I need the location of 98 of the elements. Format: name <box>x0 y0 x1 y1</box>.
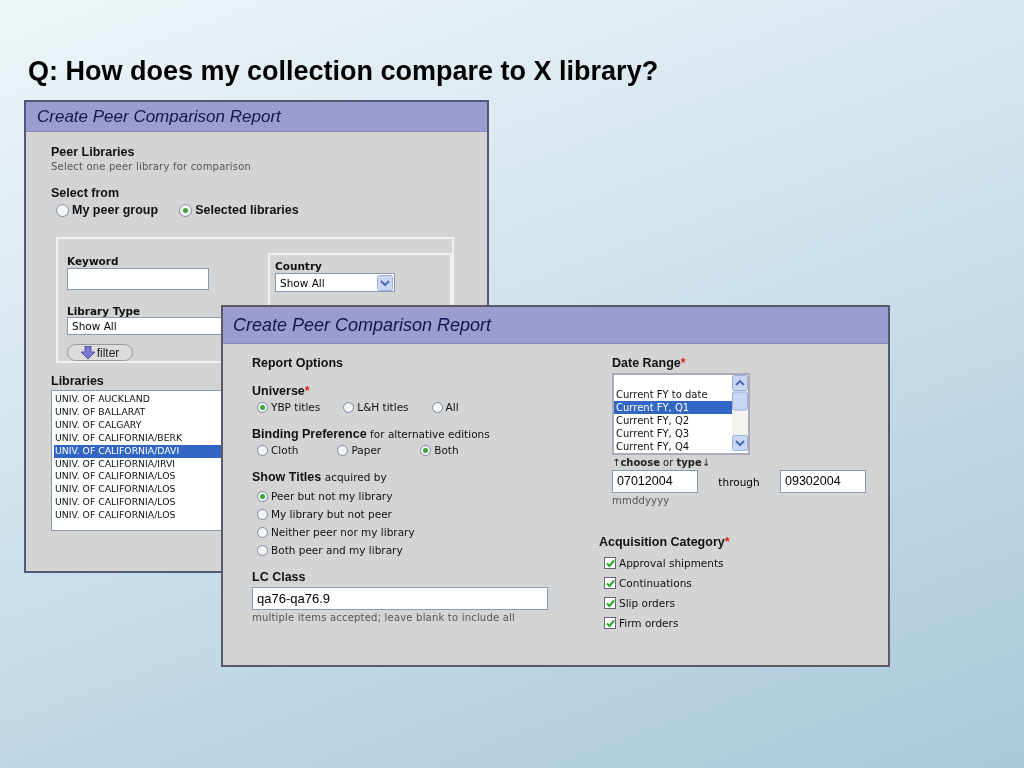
radio-button[interactable] <box>431 401 443 413</box>
radio-button[interactable] <box>179 203 193 217</box>
radio-button[interactable] <box>257 490 268 502</box>
radio-label: L&H titles <box>357 401 409 413</box>
radio-button[interactable] <box>257 444 268 456</box>
checkbox[interactable] <box>604 617 616 629</box>
radio-button[interactable] <box>343 401 355 413</box>
radio-label: YBP titles <box>271 401 321 413</box>
field-label: Select from <box>51 186 121 200</box>
section-heading: Peer Libraries <box>51 145 136 159</box>
choose-or-type-hint: ↑choose or type↓ <box>612 457 712 468</box>
window-title: Create Peer Comparison Report <box>233 314 492 336</box>
field-note: acquired by <box>324 471 387 483</box>
checkbox[interactable] <box>604 577 616 589</box>
field-label: Binding Preference <box>252 427 367 441</box>
radio-option[interactable]: Both <box>420 444 459 456</box>
list-item[interactable]: UNIV. OF CALIFORNIA/BERK <box>54 431 221 445</box>
radio-option[interactable]: YBP titles <box>257 401 321 413</box>
field-label: Show Titles <box>252 470 322 484</box>
radio-option[interactable]: All <box>431 401 459 413</box>
section-heading: Report Options <box>252 356 344 370</box>
radio-option[interactable]: Both peer and my library <box>257 544 583 556</box>
required-mark: * <box>680 356 686 370</box>
filter-button[interactable]: filter <box>67 344 133 361</box>
checkbox[interactable] <box>604 557 616 569</box>
end-date-field[interactable]: 09302004 <box>780 470 866 493</box>
list-item[interactable]: Current FY, Q4 <box>614 440 732 453</box>
radio-label: Paper <box>351 444 382 456</box>
radio-label: Neither peer nor my library <box>271 526 415 538</box>
radio-button[interactable] <box>56 203 69 217</box>
radio-label: My peer group <box>72 203 159 217</box>
down-arrow-icon <box>80 346 95 360</box>
field-label: Country <box>275 260 323 272</box>
keyword-field[interactable] <box>67 268 209 290</box>
list-item[interactable]: UNIV. OF CALIFORNIA/DAVI <box>54 444 221 458</box>
list-item[interactable]: UNIV. OF AUCKLAND <box>54 393 221 406</box>
list-item[interactable]: UNIV. OF CALIFORNIA/IRVI <box>54 457 221 471</box>
list-item[interactable]: UNIV. OF CALIFORNIA/LOS <box>54 509 221 523</box>
list-item[interactable]: Current FY, Q3 <box>614 427 732 440</box>
window-title: Create Peer Comparison Report <box>37 106 281 127</box>
radio-button[interactable] <box>257 401 268 413</box>
list-item[interactable]: Current FY to date <box>614 388 732 401</box>
radio-button[interactable] <box>420 444 432 456</box>
radio-label: My library but not peer <box>271 508 392 520</box>
list-item[interactable]: UNIV. OF BALLARAT <box>54 405 221 419</box>
radio-option[interactable]: L&H titles <box>343 401 409 413</box>
radio-label: Cloth <box>271 444 299 456</box>
list-item[interactable]: UNIV. OF CALIFORNIA/LOS <box>54 470 221 484</box>
checkbox-option[interactable]: Slip orders <box>604 597 866 609</box>
required-mark: * <box>304 384 310 398</box>
field-label: Libraries <box>51 374 105 388</box>
checkbox[interactable] <box>604 597 616 609</box>
radio-option[interactable]: My peer group <box>56 203 159 217</box>
list-item[interactable]: Current FY, Q1 <box>614 401 732 414</box>
hint-text: multiple items accepted; leave blank to include all <box>252 612 516 623</box>
date-format-hint: mmddyyyy <box>612 495 671 506</box>
list-item[interactable]: UNIV. OF CALGARY <box>54 418 221 432</box>
radio-button[interactable] <box>257 526 268 538</box>
list-item[interactable]: UNIV. OF CALIFORNIA/LOS <box>54 483 221 497</box>
checkbox-option[interactable]: Continuations <box>604 577 866 589</box>
start-date-field[interactable]: 07012004 <box>612 470 698 493</box>
required-mark: * <box>724 535 730 549</box>
radio-label: Both <box>434 444 459 456</box>
checkbox-option[interactable]: Approval shipments <box>604 557 866 569</box>
list-item[interactable]: Current FY, Q2 <box>614 414 732 427</box>
radio-button[interactable] <box>257 544 268 556</box>
scrollbar[interactable] <box>732 375 748 451</box>
checkbox-label: Approval shipments <box>619 557 724 569</box>
field-label: Acquisition Category <box>599 535 725 549</box>
checkbox-label: Firm orders <box>619 617 679 629</box>
field-label: Keyword <box>67 255 120 267</box>
radio-label: Peer but not my library <box>271 490 393 502</box>
field-label: Universe <box>252 384 305 398</box>
field-label: Date Range <box>612 356 681 370</box>
through-label: through <box>717 475 761 488</box>
checkbox-label: Continuations <box>619 577 692 589</box>
lc-class-field[interactable]: qa76-qa76.9 <box>252 587 548 610</box>
list-item[interactable]: UNIV. OF CALIFORNIA/LOS <box>54 496 221 510</box>
radio-button[interactable] <box>257 508 268 520</box>
library-type-dropdown[interactable]: Show All <box>67 316 222 336</box>
checkbox-option[interactable]: Firm orders <box>604 617 866 629</box>
radio-option[interactable]: Neither peer nor my library <box>257 526 583 538</box>
checkbox-label: Slip orders <box>619 597 675 609</box>
hint-text: Select one peer library for comparison <box>51 161 253 172</box>
field-label: LC Class <box>252 570 307 584</box>
radio-label: Both peer and my library <box>271 544 403 556</box>
libraries-list[interactable] <box>51 390 221 532</box>
field-note: for alternative editions <box>370 428 490 440</box>
radio-option[interactable]: My library but not peer <box>257 508 583 520</box>
date-range-list[interactable]: Current FY to date Current FY, Q1 Current FY, Q2 Current FY, Q3 Current FY, Q4 <box>612 373 750 455</box>
field-label: Library Type <box>67 304 142 317</box>
radio-option[interactable]: Cloth <box>257 444 299 456</box>
radio-button[interactable] <box>337 444 349 456</box>
radio-option[interactable]: Peer but not my library <box>257 490 583 502</box>
country-dropdown[interactable]: Show All <box>275 273 395 292</box>
slide-title: Q: How does my collection compare to X library? <box>28 56 659 87</box>
radio-label: All <box>445 401 459 413</box>
radio-option[interactable]: Paper <box>337 444 382 456</box>
